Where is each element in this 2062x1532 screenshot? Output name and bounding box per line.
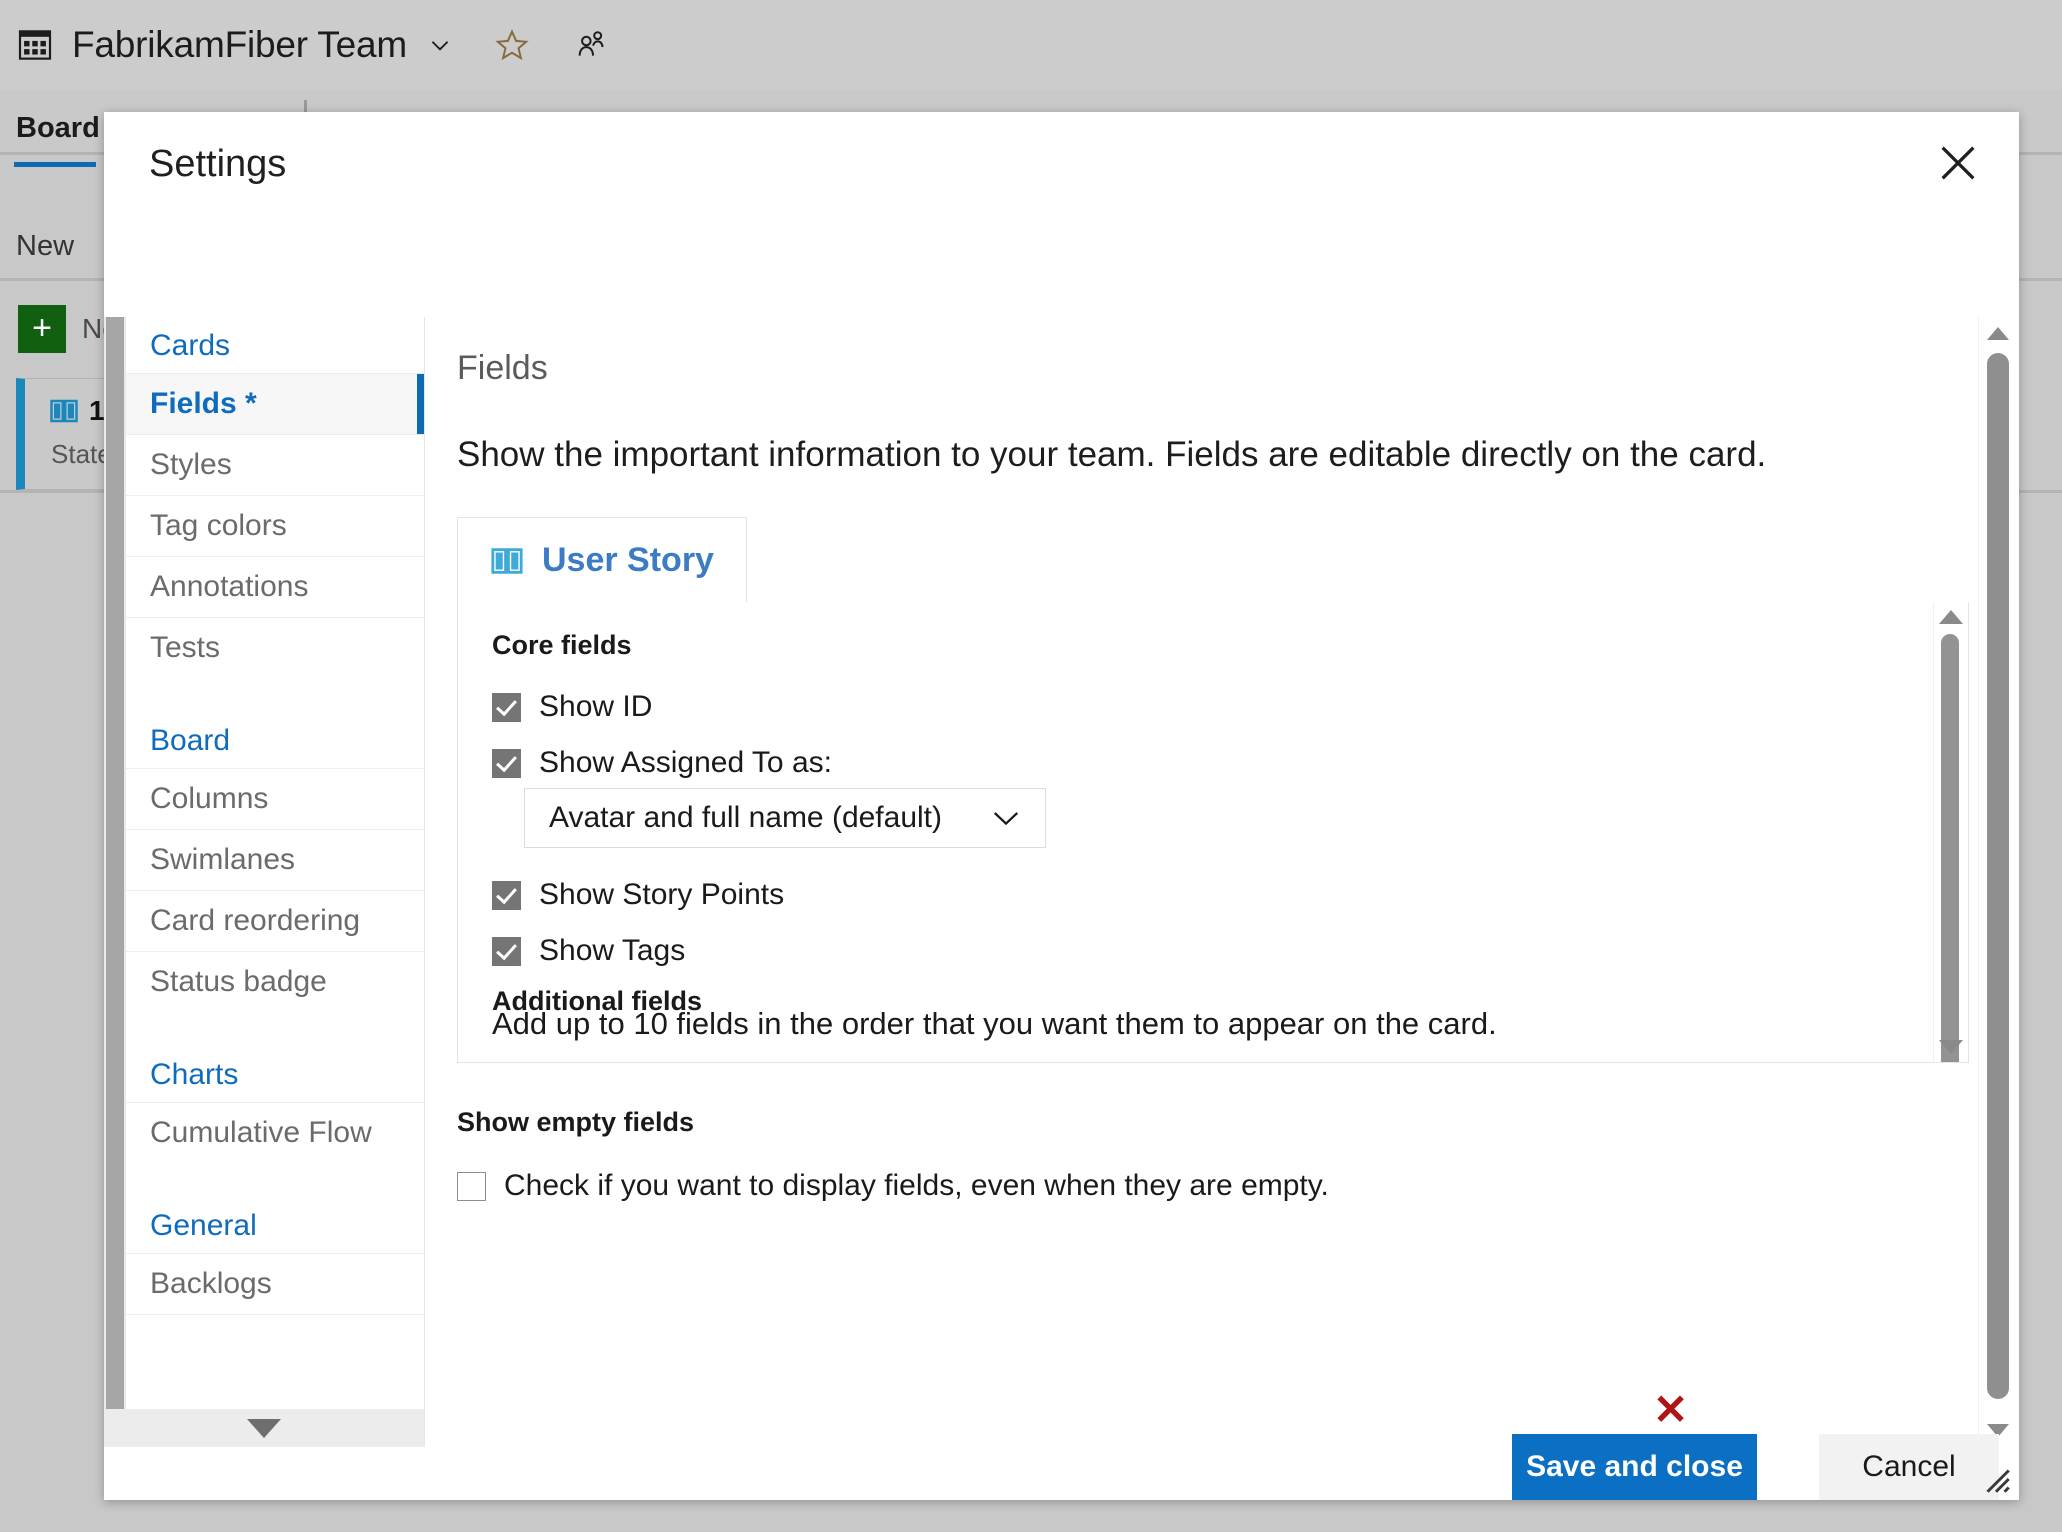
additional-fields-description: Add up to 10 fields in the order that yo… [492,1006,1497,1041]
dialog-title: Settings [149,143,287,185]
plus-icon: + [18,305,66,353]
settings-nav: Cards Fields * Styles Tag colors Annotat… [104,317,425,1447]
team-header: FabrikamFiber Team [18,14,607,76]
star-outline-icon[interactable] [495,28,529,62]
checkbox-show-assigned-to[interactable]: Show Assigned To as: [492,746,832,780]
dialog-scrollbar-thumb[interactable] [1987,353,2009,1399]
fields-panel-scrollbar[interactable] [1933,602,1968,1062]
nav-item-status-badge[interactable]: Status badge [126,951,424,1012]
chevron-down-icon[interactable] [427,32,453,58]
dialog-scrollbar[interactable] [1978,317,2019,1447]
nav-scrollbar-thumb[interactable] [106,317,124,1413]
close-x-icon[interactable]: ✕ [1653,1389,1688,1431]
caret-up-icon[interactable] [1987,327,2009,340]
work-item-type-tabstrip: User Story [457,517,1967,604]
nav-item-fields[interactable]: Fields * [126,373,424,434]
board-column-header-new: New [16,230,75,262]
checkbox-icon[interactable] [492,880,521,910]
nav-spacer [126,678,424,712]
checkbox-icon[interactable] [492,748,521,778]
team-name[interactable]: FabrikamFiber Team [72,24,407,66]
resize-grip-icon[interactable] [1979,1462,2013,1496]
checkbox-show-assigned-to-label: Show Assigned To as: [539,746,832,779]
page-title: Fields [457,349,548,387]
nav-scrollbar-track[interactable] [104,317,126,1413]
nav-item-tests[interactable]: Tests [126,617,424,678]
nav-item-card-reordering[interactable]: Card reordering [126,890,424,951]
save-and-close-button[interactable]: Save and close [1512,1434,1757,1500]
tab-user-story[interactable]: User Story [457,517,747,604]
nav-item-backlogs[interactable]: Backlogs [126,1253,424,1315]
chevron-down-icon [247,1418,281,1438]
page-description: Show the important information to your t… [457,435,1767,474]
tab-board[interactable]: Board [16,112,100,145]
assigned-to-display-value: Avatar and full name (default) [549,801,943,834]
show-empty-fields-label: Show empty fields [457,1107,695,1137]
nav-item-tag-colors[interactable]: Tag colors [126,495,424,556]
cancel-button[interactable]: Cancel [1819,1434,1999,1500]
checkbox-icon[interactable] [457,1171,486,1201]
nav-item-swimlanes[interactable]: Swimlanes [126,829,424,890]
nav-list: Cards Fields * Styles Tag colors Annotat… [126,317,424,1315]
people-icon[interactable] [575,28,607,62]
nav-item-cumulative-flow[interactable]: Cumulative Flow [126,1102,424,1163]
nav-item-columns[interactable]: Columns [126,768,424,829]
checkbox-show-tags[interactable]: Show Tags [492,934,685,968]
settings-main-inner: Fields Show the important information to… [425,317,1979,1447]
book-icon [490,546,524,576]
fields-panel: Core fields Show ID Show Assigned To as:… [457,602,1969,1063]
fields-panel-body: Core fields Show ID Show Assigned To as:… [458,602,1934,1062]
close-icon[interactable] [1935,140,1981,186]
checkbox-show-story-points[interactable]: Show Story Points [492,878,784,912]
tab-board-underline [14,162,96,167]
nav-scroll-more-button[interactable] [104,1409,424,1447]
checkbox-show-id-label: Show ID [539,690,653,723]
caret-down-icon[interactable] [1939,1040,1963,1054]
nav-spacer [126,1163,424,1197]
nav-group-charts[interactable]: Charts [126,1046,424,1102]
nav-item-annotations[interactable]: Annotations [126,556,424,617]
checkbox-show-empty-fields[interactable]: Check if you want to display fields, eve… [457,1169,1329,1203]
checkbox-show-tags-label: Show Tags [539,934,686,967]
checkbox-icon[interactable] [492,936,521,966]
dialog-footer: Save and close Cancel [104,1434,2019,1500]
nav-item-styles[interactable]: Styles [126,434,424,495]
project-grid-icon [18,30,52,60]
settings-dialog: Settings Cards Fields * Styles Tag color… [104,112,2019,1500]
checkbox-show-empty-fields-label: Check if you want to display fields, eve… [504,1169,1329,1202]
nav-group-board[interactable]: Board [126,712,424,768]
settings-main: Fields Show the important information to… [425,317,2019,1447]
chevron-down-icon [991,809,1021,827]
book-icon [49,398,79,424]
nav-group-cards[interactable]: Cards [126,317,424,373]
checkbox-icon[interactable] [492,692,521,722]
checkbox-show-story-points-label: Show Story Points [539,878,785,911]
checkbox-show-id[interactable]: Show ID [492,690,652,724]
caret-up-icon[interactable] [1939,610,1963,624]
board-card-state-field: State [51,439,112,469]
core-fields-label: Core fields [492,630,632,660]
tab-user-story-label: User Story [542,541,714,579]
assigned-to-display-dropdown[interactable]: Avatar and full name (default) [524,788,1046,848]
fields-panel-scrollbar-thumb[interactable] [1941,634,1959,1062]
nav-group-general[interactable]: General [126,1197,424,1253]
nav-spacer [126,1012,424,1046]
